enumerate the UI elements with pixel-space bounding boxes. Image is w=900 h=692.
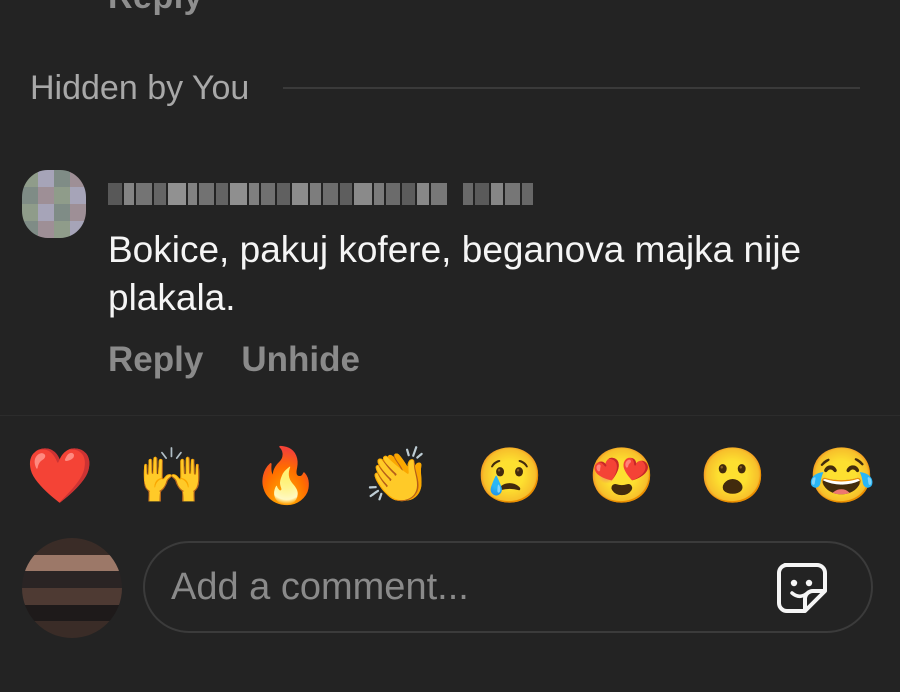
reaction-heart-eyes-button[interactable]: 😍	[586, 440, 658, 512]
comment-text: Bokice, pakuj kofere, beganova majka nij…	[108, 229, 802, 318]
sticker-icon-glyph	[777, 563, 827, 613]
reaction-heart-button[interactable]: ❤️	[24, 440, 96, 512]
add-comment-input[interactable]	[169, 564, 771, 610]
reply-button[interactable]: Reply	[108, 340, 203, 380]
reaction-raising-hands-button[interactable]: 🙌	[136, 440, 208, 512]
composer-divider	[0, 415, 900, 416]
hidden-comments-header: Hidden by You	[30, 66, 860, 110]
reaction-tears-of-joy-button[interactable]: 😂	[806, 440, 878, 512]
reaction-clapping-hands-button[interactable]: 👏	[362, 440, 434, 512]
comments-screen: Reply Hidden by You Bokice, pakuj kofere…	[0, 0, 900, 692]
comment-composer	[143, 541, 873, 633]
quick-reaction-bar: ❤️ 🙌 🔥 👏 😢 😍 😮 😂	[0, 440, 900, 516]
reaction-surprised-face-button[interactable]: 😮	[697, 440, 769, 512]
current-user-avatar	[22, 538, 122, 638]
section-divider	[283, 87, 860, 89]
reaction-fire-button[interactable]: 🔥	[250, 440, 322, 512]
previous-reply-link[interactable]: Reply	[108, 0, 203, 17]
commenter-avatar[interactable]	[22, 170, 86, 238]
commenter-username-blurred[interactable]	[108, 176, 558, 212]
comment-actions: Reply Unhide	[108, 340, 360, 380]
hidden-section-title: Hidden by You	[30, 68, 250, 107]
reaction-crying-face-button[interactable]: 😢	[474, 440, 546, 512]
sticker-icon[interactable]	[771, 557, 831, 617]
unhide-button[interactable]: Unhide	[241, 340, 360, 380]
